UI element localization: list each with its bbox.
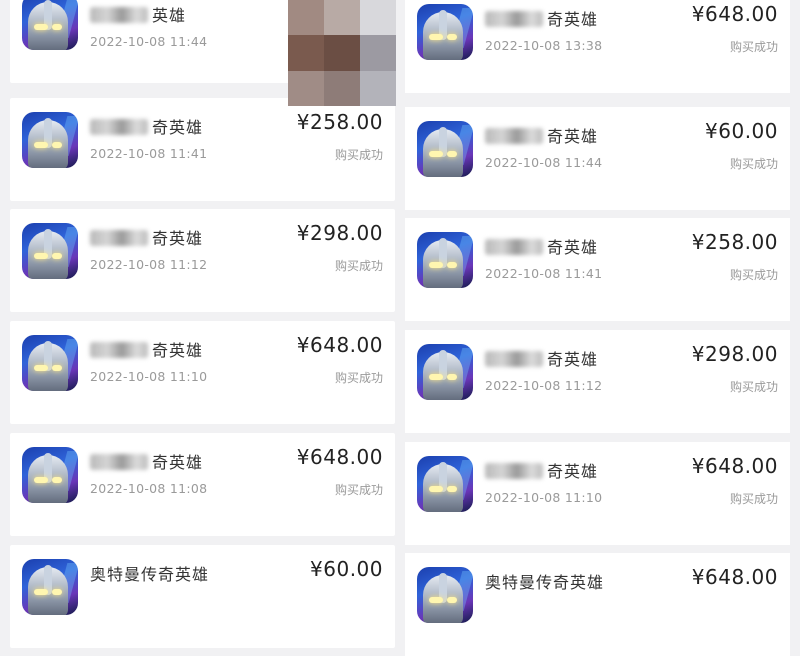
purchase-time: 2022-10-08 13:38 — [485, 38, 603, 53]
product-name: 奇英雄 — [485, 458, 599, 481]
ultraman-game-icon — [417, 121, 473, 177]
purchase-record-card[interactable]: 奥特曼传奇英雄 ¥60.00 — [10, 545, 395, 648]
purchase-time: 2022-10-08 11:10 — [90, 369, 208, 384]
redacted-blur — [485, 11, 543, 27]
purchase-price: ¥648.00 — [691, 2, 778, 26]
ultraman-game-icon — [22, 335, 78, 391]
ultraman-game-icon — [417, 344, 473, 400]
purchase-status: 购买成功 — [334, 148, 383, 162]
purchase-time: 2022-10-08 11:12 — [90, 257, 208, 272]
pixelated-redaction — [288, 0, 396, 106]
redacted-blur — [90, 230, 148, 246]
ultraman-game-icon — [417, 567, 473, 623]
purchase-record-card[interactable]: 奥特曼传奇英雄 ¥648.00 — [405, 553, 790, 656]
product-name: 奇英雄 — [485, 234, 599, 257]
ultraman-game-icon — [22, 223, 78, 279]
purchase-time: 2022-10-08 11:44 — [485, 155, 603, 170]
ultraman-game-icon — [22, 0, 78, 50]
purchase-time: 2022-10-08 11:12 — [485, 378, 603, 393]
product-name-text: 奇英雄 — [547, 10, 599, 29]
purchase-price: ¥648.00 — [296, 445, 383, 469]
purchase-record-card[interactable]: 奇英雄 2022-10-08 11:41 ¥258.00 购买成功 — [405, 218, 790, 321]
purchase-status: 购买成功 — [334, 259, 383, 273]
purchase-status: 购买成功 — [729, 492, 778, 506]
product-name-text: 奇英雄 — [152, 229, 204, 248]
purchase-status: 购买成功 — [729, 157, 778, 171]
purchase-status: 购买成功 — [729, 40, 778, 54]
purchase-time: 2022-10-08 11:41 — [485, 266, 603, 281]
purchase-record-card[interactable]: 奇英雄 2022-10-08 11:41 ¥258.00 购买成功 — [10, 98, 395, 201]
purchase-time: 2022-10-08 11:10 — [485, 490, 603, 505]
redacted-blur — [485, 128, 543, 144]
purchase-price: ¥648.00 — [296, 333, 383, 357]
product-name-text: 奇英雄 — [152, 341, 204, 360]
purchase-record-card[interactable]: 奇英雄 2022-10-08 11:12 ¥298.00 购买成功 — [10, 209, 395, 312]
ultraman-game-icon — [417, 4, 473, 60]
product-name: 奇英雄 — [485, 346, 599, 369]
purchase-price: ¥60.00 — [705, 119, 778, 143]
purchase-status: 购买成功 — [334, 371, 383, 385]
redacted-blur — [90, 454, 148, 470]
redacted-blur — [90, 342, 148, 358]
product-name-text: 奇英雄 — [547, 350, 599, 369]
ultraman-game-icon — [22, 559, 78, 615]
purchase-record-card[interactable]: 奇英雄 2022-10-08 11:12 ¥298.00 购买成功 — [405, 330, 790, 433]
purchase-time: 2022-10-08 11:41 — [90, 146, 208, 161]
purchase-record-card[interactable]: 奇英雄 2022-10-08 11:44 ¥60.00 购买成功 — [405, 107, 790, 210]
product-name: 奇英雄 — [90, 114, 204, 137]
product-name: 奇英雄 — [485, 6, 599, 29]
purchase-price: ¥648.00 — [691, 454, 778, 478]
product-name-text: 奇英雄 — [547, 238, 599, 257]
product-name: 奇英雄 — [485, 123, 599, 146]
purchase-time: 2022-10-08 11:44 — [90, 34, 208, 49]
product-name-text: 奇英雄 — [547, 462, 599, 481]
purchase-record-card[interactable]: 奇英雄 2022-10-08 11:10 ¥648.00 购买成功 — [10, 321, 395, 424]
purchase-record-card[interactable]: 奇英雄 2022-10-08 11:08 ¥648.00 购买成功 — [10, 433, 395, 536]
product-name: 奇英雄 — [90, 337, 204, 360]
redacted-blur — [90, 7, 148, 23]
product-name-text: 奇英雄 — [547, 127, 599, 146]
product-name: 奥特曼传奇英雄 — [90, 565, 210, 584]
purchase-status: 购买成功 — [729, 268, 778, 282]
redacted-blur — [485, 239, 543, 255]
product-name: 奇英雄 — [90, 449, 204, 472]
ultraman-game-icon — [417, 232, 473, 288]
product-name: 英雄 — [90, 2, 187, 25]
product-name-text: 奇英雄 — [152, 118, 204, 137]
purchase-record-card[interactable]: 奇英雄 2022-10-08 13:38 ¥648.00 购买成功 — [405, 0, 790, 93]
purchase-price: ¥258.00 — [296, 110, 383, 134]
purchase-price: ¥298.00 — [691, 342, 778, 366]
purchase-time: 2022-10-08 11:08 — [90, 481, 208, 496]
purchase-status: 购买成功 — [334, 483, 383, 497]
purchase-price: ¥60.00 — [310, 557, 383, 581]
ultraman-game-icon — [417, 456, 473, 512]
redacted-blur — [90, 119, 148, 135]
purchase-status: 购买成功 — [729, 380, 778, 394]
product-name-text: 奇英雄 — [152, 453, 204, 472]
ultraman-game-icon — [22, 447, 78, 503]
purchase-price: ¥258.00 — [691, 230, 778, 254]
product-name-text: 英雄 — [152, 6, 187, 25]
purchase-price: ¥298.00 — [296, 221, 383, 245]
purchase-price: ¥648.00 — [691, 565, 778, 589]
redacted-blur — [485, 463, 543, 479]
purchase-record-card[interactable]: 奇英雄 2022-10-08 11:10 ¥648.00 购买成功 — [405, 442, 790, 545]
redacted-blur — [485, 351, 543, 367]
product-name: 奥特曼传奇英雄 — [485, 573, 605, 592]
ultraman-game-icon — [22, 112, 78, 168]
product-name: 奇英雄 — [90, 225, 204, 248]
